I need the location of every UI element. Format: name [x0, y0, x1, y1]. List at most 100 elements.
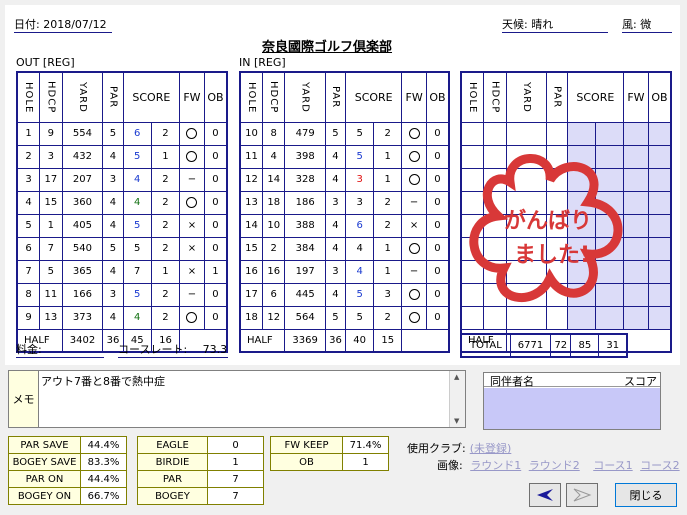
cell-fw[interactable] — [179, 190, 205, 215]
cell-par[interactable]: 3 — [324, 259, 347, 284]
cell-putt[interactable]: 1 — [150, 259, 181, 284]
cell-fw[interactable] — [401, 167, 427, 192]
cell-score[interactable]: 5 — [122, 213, 152, 238]
cell-ob[interactable]: 0 — [425, 167, 450, 192]
cell-yard[interactable]: 540 — [61, 236, 104, 261]
cell-fw[interactable]: × — [179, 259, 205, 284]
cell-hdcp[interactable]: 4 — [261, 144, 286, 169]
cell-ob[interactable]: 0 — [203, 305, 228, 330]
cell-hole[interactable]: 15 — [239, 236, 263, 261]
cell-hdcp[interactable]: 12 — [261, 305, 286, 330]
cell-par[interactable]: 4 — [102, 144, 124, 169]
cell-putt[interactable]: 2 — [150, 305, 181, 330]
cell-hole[interactable]: 10 — [239, 121, 263, 146]
cell-score[interactable]: 5 — [345, 282, 375, 307]
cell-hole[interactable]: 17 — [239, 282, 263, 307]
cell-yard[interactable]: 373 — [61, 305, 104, 330]
cell-score[interactable]: 4 — [122, 167, 152, 192]
cell-score[interactable]: 4 — [345, 259, 375, 284]
scroll-up-icon[interactable]: ▲ — [454, 373, 459, 381]
cell-putt[interactable]: 1 — [373, 144, 403, 169]
cell-ob[interactable]: 0 — [203, 121, 228, 146]
cell-fw[interactable] — [179, 305, 205, 330]
cell-par[interactable]: 4 — [102, 190, 124, 215]
cell-hole[interactable]: 2 — [16, 144, 41, 169]
cell-hole[interactable]: 18 — [239, 305, 263, 330]
cell-yard[interactable]: 445 — [284, 282, 326, 307]
cell-yard[interactable]: 398 — [284, 144, 326, 169]
cell-hole[interactable]: 7 — [16, 259, 41, 284]
cell-hdcp[interactable]: 8 — [261, 121, 286, 146]
cell-hole[interactable]: 3 — [16, 167, 41, 192]
cell-fw[interactable] — [179, 144, 205, 169]
cell-yard[interactable]: 554 — [61, 121, 104, 146]
cell-fw[interactable]: × — [179, 213, 205, 238]
cell-par[interactable]: 4 — [324, 144, 347, 169]
cell-putt[interactable]: 2 — [373, 213, 403, 238]
cell-yard[interactable]: 405 — [61, 213, 104, 238]
cell-score[interactable]: 5 — [122, 144, 152, 169]
cell-ob[interactable]: 0 — [425, 121, 450, 146]
cell-ob[interactable]: 0 — [203, 190, 228, 215]
cell-hdcp[interactable]: 14 — [261, 167, 286, 192]
cell-score[interactable]: 4 — [122, 305, 152, 330]
cell-putt[interactable]: 2 — [150, 121, 181, 146]
cell-par[interactable]: 4 — [324, 213, 347, 238]
cell-ob[interactable]: 0 — [425, 236, 450, 261]
cell-score[interactable]: 3 — [345, 167, 375, 192]
cell-yard[interactable]: 166 — [61, 282, 104, 307]
cell-hdcp[interactable]: 9 — [39, 121, 63, 146]
cell-par[interactable]: 3 — [324, 190, 347, 215]
cell-fw[interactable]: − — [179, 167, 205, 192]
companions-list[interactable]: 同伴者名 スコア — [483, 372, 661, 430]
cell-putt[interactable]: 1 — [373, 167, 403, 192]
cell-yard[interactable]: 186 — [284, 190, 326, 215]
cell-yard[interactable]: 388 — [284, 213, 326, 238]
cell-ob[interactable]: 0 — [425, 259, 450, 284]
cell-fw[interactable]: − — [401, 259, 427, 284]
cell-hdcp[interactable]: 3 — [39, 144, 63, 169]
cell-putt[interactable]: 2 — [150, 282, 181, 307]
cell-putt[interactable]: 2 — [150, 236, 181, 261]
cell-par[interactable]: 4 — [102, 213, 124, 238]
cell-hole[interactable]: 11 — [239, 144, 263, 169]
cell-ob[interactable]: 0 — [203, 144, 228, 169]
cell-ob[interactable]: 1 — [203, 259, 228, 284]
cell-hdcp[interactable]: 16 — [261, 259, 286, 284]
cell-fw[interactable]: − — [401, 190, 427, 215]
image-link-course2[interactable]: コース2 — [640, 459, 679, 472]
cell-yard[interactable]: 197 — [284, 259, 326, 284]
cell-yard[interactable]: 328 — [284, 167, 326, 192]
cell-yard[interactable]: 365 — [61, 259, 104, 284]
cell-fw[interactable] — [401, 282, 427, 307]
cell-hole[interactable]: 16 — [239, 259, 263, 284]
cell-hdcp[interactable]: 17 — [39, 167, 63, 192]
cell-hole[interactable]: 6 — [16, 236, 41, 261]
cell-fw[interactable] — [401, 121, 427, 146]
cell-hole[interactable]: 9 — [16, 305, 41, 330]
cell-hole[interactable]: 1 — [16, 121, 41, 146]
cell-hole[interactable]: 13 — [239, 190, 263, 215]
cell-par[interactable]: 4 — [324, 236, 347, 261]
companions-body[interactable] — [484, 388, 660, 429]
clubs-link[interactable]: (未登録) — [470, 442, 512, 455]
cell-fw[interactable] — [179, 121, 205, 146]
cell-fw[interactable] — [401, 144, 427, 169]
cell-fw[interactable]: × — [179, 236, 205, 261]
cell-hdcp[interactable]: 13 — [39, 305, 63, 330]
cell-par[interactable]: 5 — [324, 121, 347, 146]
cell-ob[interactable]: 0 — [425, 190, 450, 215]
cell-hdcp[interactable]: 15 — [39, 190, 63, 215]
cell-score[interactable]: 5 — [122, 236, 152, 261]
cell-hdcp[interactable]: 6 — [261, 282, 286, 307]
scroll-down-icon[interactable]: ▼ — [454, 417, 459, 425]
cell-hdcp[interactable]: 11 — [39, 282, 63, 307]
cell-par[interactable]: 4 — [102, 305, 124, 330]
image-link-course1[interactable]: コース1 — [593, 459, 632, 472]
cell-hole[interactable]: 5 — [16, 213, 41, 238]
cell-fw[interactable] — [401, 236, 427, 261]
next-button[interactable] — [566, 483, 598, 507]
cell-putt[interactable]: 2 — [373, 121, 403, 146]
cell-score[interactable]: 3 — [345, 190, 375, 215]
cell-putt[interactable]: 1 — [373, 259, 403, 284]
